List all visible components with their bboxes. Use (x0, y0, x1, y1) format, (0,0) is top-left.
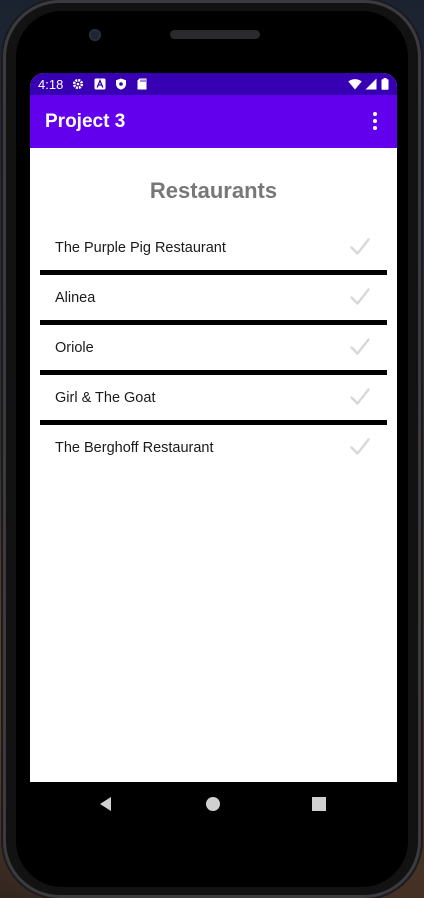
earpiece-speaker (170, 30, 260, 39)
restaurant-list: The Purple Pig Restaurant Alinea Oriole … (40, 225, 387, 470)
back-icon[interactable] (96, 794, 116, 814)
a-icon (94, 78, 106, 90)
overflow-menu-icon[interactable] (363, 109, 387, 133)
list-item-label: Alinea (55, 290, 96, 306)
checkmark-icon[interactable] (349, 436, 371, 458)
list-item[interactable]: Alinea (40, 275, 387, 325)
list-item-label: Girl & The Goat (55, 390, 156, 406)
app-title: Project 3 (45, 111, 126, 132)
battery-icon (381, 78, 389, 90)
recents-icon[interactable] (309, 794, 329, 814)
signal-icon (365, 78, 377, 90)
status-bar: 4:18 (30, 73, 397, 95)
wifi-icon (348, 79, 362, 90)
list-item-label: Oriole (55, 340, 94, 356)
list-item-label: The Purple Pig Restaurant (55, 240, 226, 256)
list-item[interactable]: The Berghoff Restaurant (40, 425, 387, 470)
checkmark-icon[interactable] (349, 286, 371, 308)
home-icon[interactable] (203, 794, 223, 814)
checkmark-icon[interactable] (349, 236, 371, 258)
checkmark-icon[interactable] (349, 336, 371, 358)
checkmark-icon[interactable] (349, 386, 371, 408)
gear-icon (72, 78, 84, 90)
page-title: Restaurants (149, 178, 278, 203)
sd-card-icon (137, 78, 147, 90)
app-screen: 4:18 Project 3 Restaurants The Purple Pi… (30, 73, 397, 782)
status-time: 4:18 (38, 77, 64, 92)
list-item-label: The Berghoff Restaurant (55, 440, 214, 456)
shield-icon (116, 78, 126, 90)
navigation-bar (30, 782, 397, 826)
list-item[interactable]: Girl & The Goat (40, 375, 387, 425)
front-camera (89, 29, 101, 41)
app-bar: Project 3 (30, 95, 397, 148)
list-item[interactable]: The Purple Pig Restaurant (40, 225, 387, 275)
list-item[interactable]: Oriole (40, 325, 387, 375)
